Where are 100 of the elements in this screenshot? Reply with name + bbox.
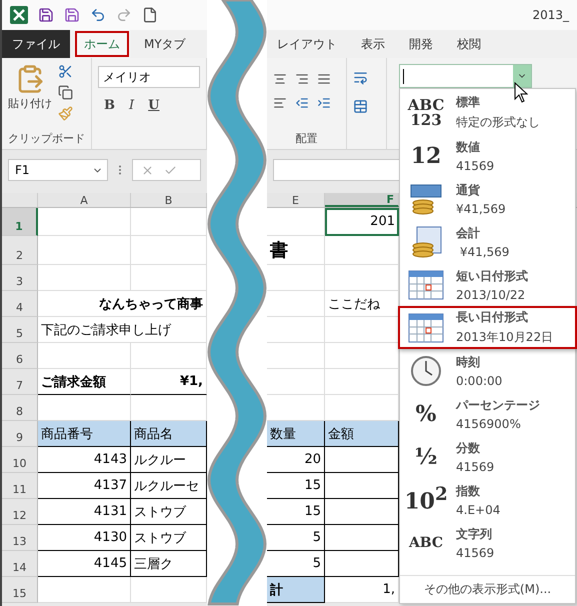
row-header[interactable]: 14 (2, 551, 38, 577)
ribbon-tab[interactable]: 校閲 (447, 30, 491, 58)
formula-field[interactable] (132, 159, 201, 181)
name-box[interactable]: F1 (8, 159, 108, 181)
format-option[interactable]: ABC 文字列 41569 (400, 521, 575, 564)
row-header[interactable]: 9 (2, 421, 38, 447)
undo-icon[interactable] (90, 7, 106, 23)
format-button[interactable]: U (148, 98, 160, 113)
ribbon-tab[interactable]: ホーム (74, 30, 130, 58)
calendar-icon (408, 268, 444, 300)
table-cell: 201 (325, 208, 399, 236)
row-header[interactable]: 1 (2, 208, 38, 236)
wrap-text-icon[interactable] (353, 70, 368, 85)
align-right-icon[interactable] (295, 72, 309, 86)
align-justify-icon[interactable] (317, 72, 331, 86)
new-file-icon[interactable] (142, 7, 158, 23)
table-cell: ここだね (325, 291, 399, 317)
table-cell: 4137 (38, 473, 131, 499)
row-header[interactable]: 5 (2, 317, 38, 343)
indent-increase-icon[interactable] (317, 96, 331, 110)
format-option[interactable]: 10$^{2}$ 指数 4.E+04 (400, 478, 575, 521)
ribbon-tab[interactable]: MYタブ (134, 30, 196, 58)
table-cell (267, 343, 325, 369)
paste-button[interactable]: 貼り付け (8, 62, 52, 131)
format-option[interactable]: % パーセンテージ 4156900% (400, 392, 575, 435)
table-cell (267, 317, 325, 343)
format-option[interactable]: 時刻 0:00:00 (400, 349, 575, 392)
save-icon[interactable] (38, 7, 54, 23)
indent-decrease-icon[interactable] (295, 96, 309, 110)
row-header[interactable]: 6 (2, 343, 38, 369)
spreadsheet-logo-icon[interactable] (10, 6, 28, 24)
row-header[interactable]: 10 (2, 447, 38, 473)
row-header[interactable]: 12 (2, 499, 38, 525)
table-cell: 数量 (267, 421, 325, 447)
table-cell: 4143 (38, 447, 131, 473)
align-left-icon[interactable] (273, 96, 287, 110)
format-button[interactable]: I (129, 98, 134, 113)
table-cell (267, 265, 325, 291)
table-cell: ルクルー (131, 447, 207, 473)
align-center-icon[interactable] (273, 72, 287, 86)
table-cell (267, 369, 325, 395)
number-format-field[interactable] (399, 64, 532, 88)
scissors-icon[interactable] (58, 64, 73, 79)
table-cell: なんちゃって商事 (38, 291, 207, 317)
save-as-icon[interactable] (64, 7, 80, 23)
dropdown-button[interactable] (513, 65, 531, 87)
more-formats-link[interactable]: その他の表示形式(M)... (400, 575, 575, 603)
calendar-icon (408, 312, 444, 344)
ribbon-tab[interactable]: 表示 (351, 30, 395, 58)
table-cell: ルクルーセ (131, 473, 207, 499)
table-cell: 書 (267, 236, 325, 265)
format-option[interactable]: 通貨 ¥41,569 (400, 177, 575, 220)
clock-icon (410, 354, 442, 386)
format-option[interactable]: 会計 ¥41,569 (400, 220, 575, 263)
format-option[interactable]: ABC 123 標準 特定の形式なし (400, 91, 575, 134)
table-cell: 4131 (38, 499, 131, 525)
format-button[interactable]: B (104, 98, 115, 113)
row-header[interactable]: 13 (2, 525, 38, 551)
table-cell: 5 (267, 551, 325, 577)
table-cell: 20 (267, 447, 325, 473)
banknote-coins-icon (409, 182, 443, 214)
table-cell: 15 (267, 499, 325, 525)
format-glyph-icon: % (416, 402, 436, 424)
check-icon[interactable] (164, 164, 177, 176)
ribbon-tab[interactable]: ファイル (2, 30, 70, 58)
table-cell: 商品名 (131, 421, 207, 447)
column-header[interactable]: B (131, 193, 207, 207)
table-cell: 15 (267, 473, 325, 499)
column-header[interactable]: F (325, 193, 399, 207)
group-label: 配置 (294, 131, 318, 147)
table-cell: ご請求金額 (38, 369, 131, 395)
copy-icon[interactable] (58, 85, 73, 100)
column-header[interactable]: A (38, 193, 131, 207)
table-cell: ストウブ (131, 499, 207, 525)
table-cell: 三層ク (131, 551, 207, 577)
format-option[interactable]: 長い日付形式 2013年10月22日 (398, 306, 577, 349)
table-cell: 5 (267, 525, 325, 551)
table-cell: 下記のご請求申し上げ (38, 317, 207, 343)
font-name-field[interactable]: メイリオ (98, 66, 200, 88)
format-glyph-icon: 12 (410, 144, 442, 166)
table-cell: 4130 (38, 525, 131, 551)
format-glyph-icon: 10$^{2}$ (404, 486, 448, 513)
table-cell: ¥1, (131, 369, 207, 395)
table-cell (267, 291, 325, 317)
row-header[interactable]: 11 (2, 473, 38, 499)
table-cell: ストウブ (131, 525, 207, 551)
row-header[interactable]: 3 (2, 265, 38, 291)
merge-cells-icon[interactable] (353, 99, 368, 114)
ribbon-tab[interactable]: 開発 (399, 30, 443, 58)
row-header[interactable]: 2 (2, 236, 38, 265)
group-label: クリップボード (8, 131, 85, 147)
row-header[interactable]: 4 (2, 291, 38, 317)
table-cell: 1, (325, 577, 399, 603)
row-header[interactable]: 7 (2, 369, 38, 395)
row-header[interactable]: 8 (2, 395, 38, 421)
format-option[interactable]: 短い日付形式 2013/10/22 (400, 263, 575, 306)
row-header[interactable]: 15 (2, 577, 38, 603)
format-option[interactable]: ½ 分数 41569 (400, 435, 575, 478)
format-option[interactable]: 12 数値 41569 (400, 134, 575, 177)
ribbon-tab[interactable]: レイアウト (267, 30, 347, 58)
